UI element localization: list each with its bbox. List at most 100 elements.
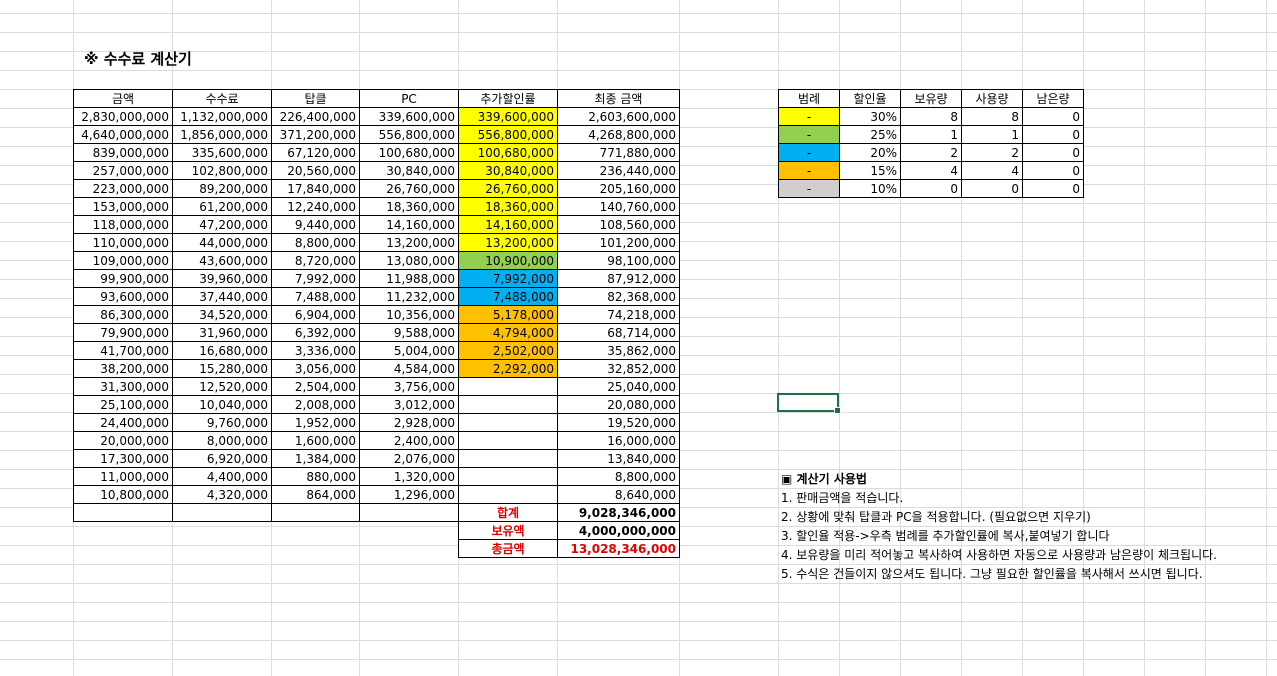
table-cell[interactable]: 9,440,000 (271, 215, 360, 234)
legend-cell[interactable]: 4 (900, 161, 962, 180)
table-cell[interactable]: 2,830,000,000 (73, 107, 173, 126)
table-cell[interactable]: 7,992,000 (458, 269, 558, 288)
table-cell[interactable]: 26,760,000 (458, 179, 558, 198)
column-header[interactable]: 수수료 (172, 89, 272, 108)
table-cell[interactable]: 2,076,000 (359, 449, 459, 468)
table-cell[interactable]: 6,392,000 (271, 323, 360, 342)
table-cell[interactable]: 7,488,000 (271, 287, 360, 306)
table-cell[interactable]: 339,600,000 (458, 107, 558, 126)
summary-value[interactable]: 4,000,000,000 (557, 521, 680, 540)
table-cell[interactable] (360, 522, 459, 540)
table-cell[interactable]: 20,560,000 (271, 161, 360, 180)
table-cell[interactable]: 839,000,000 (73, 143, 173, 162)
table-cell[interactable]: 10,800,000 (73, 485, 173, 504)
table-cell[interactable]: 35,862,000 (557, 341, 680, 360)
table-cell[interactable]: 4,268,800,000 (557, 125, 680, 144)
legend-cell[interactable]: 1 (900, 125, 962, 144)
table-cell[interactable] (360, 540, 459, 558)
table-cell[interactable]: 16,000,000 (557, 431, 680, 450)
legend-cell[interactable]: 4 (961, 161, 1023, 180)
table-cell[interactable]: 10,900,000 (458, 251, 558, 270)
legend-column-header[interactable]: 남은량 (1022, 89, 1084, 108)
table-cell[interactable]: 153,000,000 (73, 197, 173, 216)
table-cell[interactable]: 257,000,000 (73, 161, 173, 180)
legend-cell[interactable]: 0 (900, 179, 962, 198)
table-cell[interactable]: 67,120,000 (271, 143, 360, 162)
table-cell[interactable]: 3,056,000 (271, 359, 360, 378)
table-cell[interactable]: 10,040,000 (172, 395, 272, 414)
table-cell[interactable]: 99,900,000 (73, 269, 173, 288)
table-cell[interactable]: 8,000,000 (172, 431, 272, 450)
table-cell[interactable] (458, 377, 558, 396)
table-cell[interactable]: 101,200,000 (557, 233, 680, 252)
table-cell[interactable] (458, 431, 558, 450)
table-cell[interactable]: 8,800,000 (557, 467, 680, 486)
table-cell[interactable]: 31,960,000 (172, 323, 272, 342)
table-cell[interactable] (458, 467, 558, 486)
table-cell[interactable]: 20,000,000 (73, 431, 173, 450)
table-cell[interactable]: 11,232,000 (359, 287, 459, 306)
table-cell[interactable]: 100,680,000 (458, 143, 558, 162)
table-cell[interactable]: 89,200,000 (172, 179, 272, 198)
legend-cell[interactable]: 0 (961, 179, 1023, 198)
table-cell[interactable] (74, 522, 173, 540)
legend-column-header[interactable]: 범례 (778, 89, 840, 108)
table-cell[interactable] (74, 540, 173, 558)
legend-cell[interactable]: 30% (839, 107, 901, 126)
legend-swatch[interactable]: - (778, 125, 840, 144)
column-header[interactable]: PC (359, 89, 459, 108)
legend-swatch[interactable]: - (778, 107, 840, 126)
table-cell[interactable]: 771,880,000 (557, 143, 680, 162)
table-cell[interactable]: 371,200,000 (271, 125, 360, 144)
table-cell[interactable]: 93,600,000 (73, 287, 173, 306)
table-cell[interactable]: 4,400,000 (172, 467, 272, 486)
table-cell[interactable]: 1,600,000 (271, 431, 360, 450)
table-cell[interactable]: 4,584,000 (359, 359, 459, 378)
table-cell[interactable]: 25,040,000 (557, 377, 680, 396)
table-cell[interactable]: 32,852,000 (557, 359, 680, 378)
table-cell[interactable]: 2,008,000 (271, 395, 360, 414)
table-cell[interactable]: 12,520,000 (172, 377, 272, 396)
table-cell[interactable]: 37,440,000 (172, 287, 272, 306)
table-cell[interactable]: 34,520,000 (172, 305, 272, 324)
table-cell[interactable]: 14,160,000 (458, 215, 558, 234)
fill-handle[interactable] (834, 407, 841, 414)
table-cell[interactable] (73, 503, 173, 522)
table-cell[interactable]: 4,320,000 (172, 485, 272, 504)
table-cell[interactable]: 6,904,000 (271, 305, 360, 324)
table-cell[interactable]: 2,504,000 (271, 377, 360, 396)
table-cell[interactable]: 82,368,000 (557, 287, 680, 306)
table-cell[interactable]: 140,760,000 (557, 197, 680, 216)
table-cell[interactable]: 17,840,000 (271, 179, 360, 198)
table-cell[interactable]: 13,200,000 (359, 233, 459, 252)
legend-cell[interactable]: 20% (839, 143, 901, 162)
column-header[interactable]: 추가할인률 (458, 89, 558, 108)
table-cell[interactable]: 223,000,000 (73, 179, 173, 198)
table-cell[interactable] (458, 449, 558, 468)
table-cell[interactable]: 18,360,000 (359, 197, 459, 216)
legend-cell[interactable]: 0 (1022, 179, 1084, 198)
table-cell[interactable]: 13,080,000 (359, 251, 459, 270)
table-cell[interactable]: 110,000,000 (73, 233, 173, 252)
legend-cell[interactable]: 10% (839, 179, 901, 198)
table-cell[interactable]: 11,988,000 (359, 269, 459, 288)
table-cell[interactable]: 1,296,000 (359, 485, 459, 504)
summary-label[interactable]: 총금액 (458, 539, 558, 558)
summary-label[interactable]: 합계 (458, 503, 558, 522)
table-cell[interactable]: 2,292,000 (458, 359, 558, 378)
column-header[interactable]: 최종 금액 (557, 89, 680, 108)
legend-cell[interactable]: 25% (839, 125, 901, 144)
table-cell[interactable]: 79,900,000 (73, 323, 173, 342)
table-cell[interactable]: 39,960,000 (172, 269, 272, 288)
table-cell[interactable]: 26,760,000 (359, 179, 459, 198)
legend-column-header[interactable]: 할인율 (839, 89, 901, 108)
table-cell[interactable]: 16,680,000 (172, 341, 272, 360)
table-cell[interactable]: 864,000 (271, 485, 360, 504)
table-cell[interactable] (458, 413, 558, 432)
table-cell[interactable] (173, 522, 272, 540)
table-cell[interactable]: 205,160,000 (557, 179, 680, 198)
table-cell[interactable]: 100,680,000 (359, 143, 459, 162)
table-cell[interactable]: 13,200,000 (458, 233, 558, 252)
table-cell[interactable]: 4,794,000 (458, 323, 558, 342)
table-cell[interactable]: 226,400,000 (271, 107, 360, 126)
